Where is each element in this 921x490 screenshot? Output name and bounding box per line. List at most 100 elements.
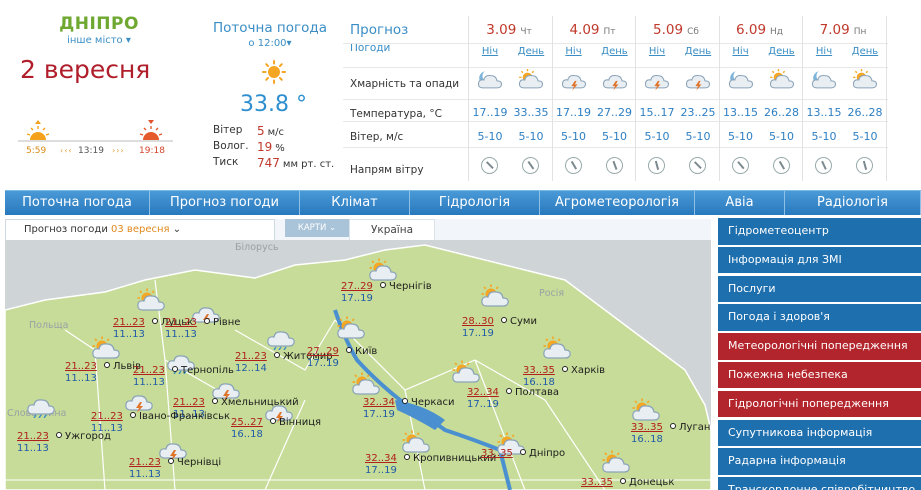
day-label[interactable]: День <box>511 46 551 57</box>
map-day-temp: 21..23 <box>17 431 49 442</box>
wind-direction-icon <box>769 153 793 178</box>
map-city-19[interactable]: Донецьк <box>620 477 674 488</box>
humidity-unit: % <box>275 143 285 154</box>
sidebar-item-4[interactable]: Метеорологічні попередження <box>718 333 921 360</box>
sun-cloud-icon <box>517 68 545 92</box>
sidebar-item-6[interactable]: Гідрологічні попередження <box>718 390 921 418</box>
map-city-6[interactable]: Київ <box>346 346 377 357</box>
nav-item-3[interactable]: Гідрологія <box>410 191 540 215</box>
tab-forecast-date-value[interactable]: 03 вересня <box>111 224 170 235</box>
day-wind: 5-10 <box>852 130 878 143</box>
day-label[interactable]: День <box>678 46 718 57</box>
map-city-18[interactable]: Луганськ <box>670 422 711 433</box>
map-day-temp: 33..35 <box>581 477 613 488</box>
chevron-down-icon[interactable]: ⌄ <box>173 224 181 235</box>
current-time[interactable]: о 12:00 <box>248 38 286 49</box>
sidebar-item-1[interactable]: Інформація для ЗМІ <box>718 246 921 274</box>
tab-region[interactable]: Україна <box>349 219 435 240</box>
forecast-table: Прогноз Погоди Хмарність та опади Темпер… <box>343 16 888 184</box>
sidebar-item-9[interactable]: Транскордонне співробітництво <box>718 477 921 490</box>
moon-cloud-icon <box>727 68 755 92</box>
humidity-row: Волог. 19% <box>213 140 348 154</box>
night-label[interactable]: Ніч <box>554 46 594 57</box>
chevron-down-icon[interactable]: ▾ <box>287 38 292 49</box>
wind-value: 5 <box>257 124 265 138</box>
tab-maps[interactable]: КАРТИ ⌄ <box>285 219 349 237</box>
day-label[interactable]: День <box>595 46 635 57</box>
map-night-temp: 11..13 <box>165 329 197 340</box>
city-name: ДНІПРО <box>59 14 139 34</box>
night-label[interactable]: Ніч <box>470 46 510 57</box>
map-day-temp: 32..34 <box>467 387 499 398</box>
map-city-11[interactable]: Черкаси <box>402 397 455 408</box>
day-header-0: 3.09 Чт <box>468 22 550 42</box>
sun-cloud-icon <box>335 316 367 342</box>
day-date: 6.09 <box>735 22 767 38</box>
nav-item-0[interactable]: Поточна погода <box>5 191 150 215</box>
chevron-down-icon[interactable]: ▾ <box>123 35 131 46</box>
region-label-poland: Польща <box>29 320 69 331</box>
sidebar-item-7[interactable]: Супутникова інформація <box>718 419 921 447</box>
day-temp: 33..35 <box>513 106 549 119</box>
nav-item-1[interactable]: Прогноз погоди <box>150 191 300 215</box>
city-block: ДНІПРО інше місто ▾ <box>24 14 174 46</box>
sidebar-item-8[interactable]: Радарна інформація <box>718 448 921 475</box>
other-city-link[interactable]: інше місто ▾ <box>24 35 174 46</box>
nav-item-4[interactable]: Агрометеорологія <box>540 191 695 215</box>
night-label[interactable]: Ніч <box>637 46 677 57</box>
grid-line <box>343 121 888 122</box>
chevron-down-icon[interactable]: ⌄ <box>329 223 336 233</box>
map-city-14[interactable]: Івано-Франківськ <box>130 411 230 422</box>
day-temp: 27..29 <box>597 106 632 119</box>
map-city-10[interactable]: Полтава <box>506 387 559 398</box>
map-city-8[interactable]: Суми <box>501 316 537 327</box>
day-temp: 23..25 <box>680 106 716 119</box>
map-city-7[interactable]: Чернігів <box>380 281 432 292</box>
main-nav: Поточна погода Прогноз погоди Клімат Гідрол… <box>5 190 921 215</box>
night-wind: 5-10 <box>728 130 753 143</box>
map-day-temp: 33..35 <box>631 422 663 433</box>
map-night-temp: 17..19 <box>307 358 339 369</box>
map-city-17[interactable]: Дніпро <box>520 448 565 459</box>
day-wind: 5-10 <box>685 130 711 143</box>
forecast-title: Прогноз <box>350 22 409 38</box>
wind-direction-icon <box>812 154 835 177</box>
current-temperature: 33.8 ° <box>240 92 307 117</box>
map-city-9[interactable]: Харків <box>562 365 605 376</box>
day-date: 3.09 <box>486 22 517 38</box>
tab-forecast-date[interactable]: Прогноз погоди 03 вересня ⌄ <box>5 219 275 240</box>
map-day-temp: 32..34 <box>363 397 395 408</box>
cloud-lightning-icon <box>601 68 629 92</box>
sidebar-item-3[interactable]: Погода і здоров'я <box>718 304 921 331</box>
night-wind: 5-10 <box>561 130 586 143</box>
sidebar-item-0[interactable]: Гідрометеоцентр <box>718 218 921 245</box>
night-label[interactable]: Ніч <box>721 46 761 57</box>
map-night-temp: 17..19 <box>467 399 499 410</box>
other-city-label[interactable]: інше місто <box>67 35 123 46</box>
map-city-12[interactable]: Вінниця <box>270 417 321 428</box>
current-time-select[interactable]: о 12:00▾ <box>200 38 340 49</box>
map-city-15[interactable]: Чернівці <box>168 457 221 468</box>
day-label[interactable]: День <box>762 46 802 57</box>
map-night-temp: 11..13 <box>91 423 123 434</box>
map-city-3[interactable]: Тернопіль <box>172 365 234 376</box>
night-label[interactable]: Ніч <box>804 46 844 57</box>
weather-map: Білорусь Росія Польща Словаччина 21..23Л… <box>5 240 711 490</box>
dots-right-icon: ››› <box>112 146 125 155</box>
tab-maps-label[interactable]: КАРТИ <box>298 223 327 233</box>
nav-item-2[interactable]: Клімат <box>300 191 410 215</box>
map-day-temp: 21..23 <box>133 365 165 376</box>
tab-forecast-label[interactable]: Прогноз погоди <box>24 224 108 235</box>
map-city-1[interactable]: Рівне <box>204 317 240 328</box>
sunset-icon <box>139 120 163 140</box>
nav-item-6[interactable]: Радіологія <box>785 191 921 215</box>
day-header-4: 7.09 Пн <box>802 22 884 42</box>
sidebar-item-2[interactable]: Послуги <box>718 275 921 303</box>
nav-item-5[interactable]: Авіа <box>695 191 785 215</box>
cloud-rain-icon <box>265 324 297 351</box>
sidebar-item-5[interactable]: Пожежна небезпека <box>718 361 921 389</box>
day-label[interactable]: День <box>845 46 885 57</box>
day-of-week: Пт <box>603 27 616 37</box>
sun-cloud-icon <box>768 68 796 92</box>
wind-direction-icon <box>685 153 710 178</box>
